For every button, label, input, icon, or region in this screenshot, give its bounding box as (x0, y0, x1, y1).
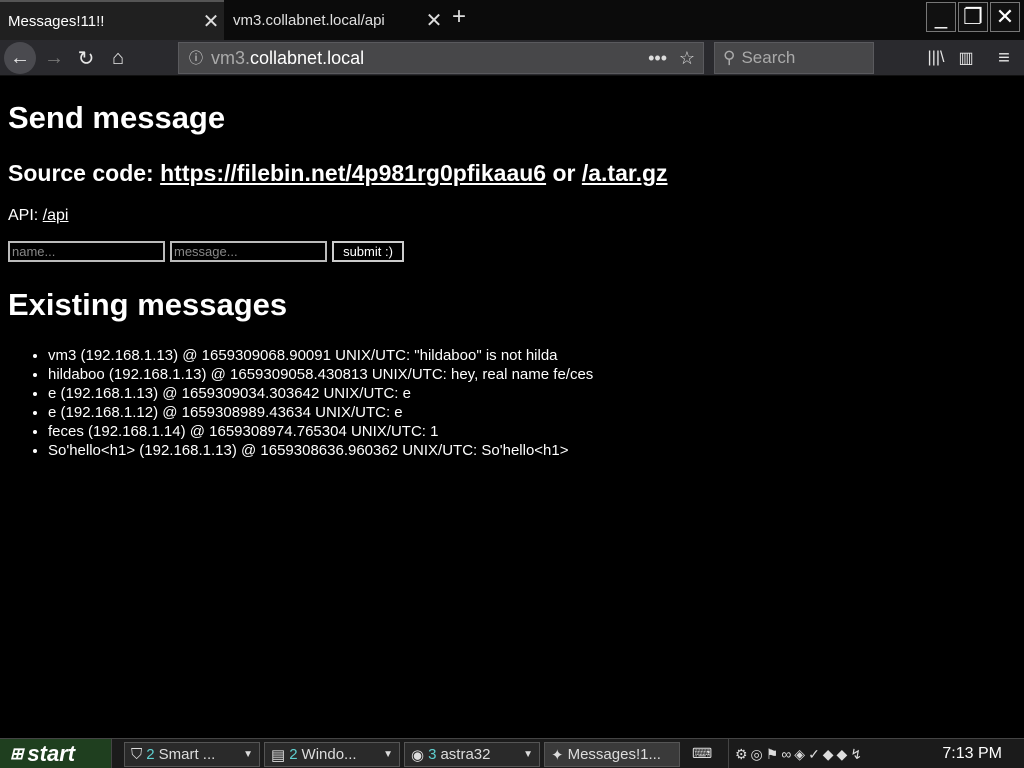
page-title: Send message (8, 100, 226, 135)
tarball-link[interactable]: /a.tar.gz (582, 160, 668, 186)
api-label: API: (8, 207, 39, 224)
api-line: API: /api (8, 207, 1016, 225)
maximize-button[interactable]: ❐ (958, 2, 988, 32)
close-tab-icon[interactable]: ✕ (421, 8, 447, 33)
tab-title: vm3.collabnet.local/api (233, 11, 385, 29)
close-window-button[interactable]: ✕ (990, 2, 1020, 32)
list-item: So'hello<h1> (192.168.1.13) @ 1659308636… (48, 441, 1016, 460)
shield-icon: ⛉ (131, 746, 143, 763)
info-icon[interactable]: ⓘ (189, 48, 203, 68)
api-link[interactable]: /api (43, 207, 69, 224)
chevron-down-icon: ▼ (523, 749, 533, 760)
bookmark-star-icon[interactable]: ☆ (679, 48, 695, 69)
start-label: start (27, 741, 76, 766)
page-actions-icon[interactable]: ••• (648, 48, 667, 69)
source-label: Source code: (8, 160, 154, 186)
message-input[interactable] (170, 241, 327, 262)
search-placeholder: Search (741, 48, 796, 67)
task-count: 3 (428, 746, 437, 763)
list-item: feces (192.168.1.14) @ 1659308974.765304… (48, 422, 1016, 441)
keyboard-icon[interactable]: ⌨ (692, 745, 712, 762)
system-tray: ⚙◎⚑∞◈✓◆◆↯ 7:13 PM (728, 739, 1024, 768)
tab-api[interactable]: vm3.collabnet.local/api ✕ (225, 0, 447, 40)
folder-icon: ▤ (271, 746, 286, 764)
search-icon: ⚲ (723, 48, 736, 67)
task-windows[interactable]: ▤ 2 Windo... ▼ (264, 742, 400, 767)
tray-icons[interactable]: ⚙◎⚑∞◈✓◆◆↯ (735, 746, 865, 763)
source-or: or (552, 160, 576, 186)
task-count: 2 (289, 746, 298, 763)
tab-messages[interactable]: Messages!11!! ✕ (0, 0, 224, 40)
task-label: astra32 (440, 746, 491, 763)
task-label: Messages!1... (567, 746, 661, 763)
firefox-icon: ✦ (551, 746, 564, 764)
tab-title: Messages!11!! (8, 12, 105, 30)
source-code-heading: Source code: https://filebin.net/4p981rg… (8, 159, 1016, 187)
sidebar-icon[interactable]: ▥ (950, 42, 982, 74)
forward-arrow-icon[interactable]: → (38, 42, 70, 74)
windows-logo-icon: ⊞ (10, 746, 24, 763)
list-item: vm3 (192.168.1.13) @ 1659309068.90091 UN… (48, 346, 1016, 365)
page-content: Send message Source code: https://filebi… (0, 77, 1024, 737)
search-input[interactable]: ⚲ Search (714, 42, 874, 74)
task-label: Windo... (301, 746, 357, 763)
messages-list: vm3 (192.168.1.13) @ 1659309068.90091 UN… (48, 346, 1016, 460)
task-count: 2 (146, 746, 155, 763)
submit-button[interactable]: submit :) (332, 241, 404, 262)
start-button[interactable]: ⊞ start (0, 739, 112, 768)
task-messages[interactable]: ✦ Messages!1... (544, 742, 680, 767)
list-item: e (192.168.1.13) @ 1659309034.303642 UNI… (48, 384, 1016, 403)
back-arrow-icon[interactable]: ← (4, 42, 36, 74)
navigation-bar: ← → ↻ ⌂ ⓘ vm3. collabnet.local ••• ☆ ⚲ Se… (0, 40, 1024, 76)
existing-messages-title: Existing messages (8, 287, 288, 322)
task-smart[interactable]: ⛉ 2 Smart ... ▼ (124, 742, 260, 767)
url-bar[interactable]: ⓘ vm3. collabnet.local ••• ☆ (178, 42, 704, 74)
url-host: collabnet.local (250, 47, 365, 68)
name-input[interactable] (8, 241, 165, 262)
message-form: submit :) (8, 241, 1016, 262)
new-tab-icon[interactable]: + (452, 3, 466, 31)
list-item: hildaboo (192.168.1.13) @ 1659309058.430… (48, 365, 1016, 384)
reload-icon[interactable]: ↻ (70, 42, 102, 74)
source-link[interactable]: https://filebin.net/4p981rg0pfikaau6 (160, 160, 546, 186)
library-icon[interactable]: |||\ (920, 42, 952, 74)
app-icon: ◉ (411, 746, 425, 764)
chevron-down-icon: ▼ (243, 749, 253, 760)
tab-strip: Messages!11!! ✕ vm3.collabnet.local/api … (0, 0, 1024, 40)
clock: 7:13 PM (942, 745, 1002, 762)
chevron-down-icon: ▼ (383, 749, 393, 760)
home-icon[interactable]: ⌂ (102, 42, 134, 74)
list-item: e (192.168.1.12) @ 1659308989.43634 UNIX… (48, 403, 1016, 422)
url-prefix: vm3. (211, 47, 251, 68)
task-astra32[interactable]: ◉ 3 astra32 ▼ (404, 742, 540, 767)
taskbar: ⊞ start ⛉ 2 Smart ... ▼ ▤ 2 Windo... ▼ ◉… (0, 738, 1024, 768)
task-label: Smart ... (158, 746, 216, 763)
menu-icon[interactable]: ≡ (988, 42, 1020, 74)
minimize-button[interactable]: _ (926, 2, 956, 32)
close-tab-icon[interactable]: ✕ (198, 9, 224, 34)
